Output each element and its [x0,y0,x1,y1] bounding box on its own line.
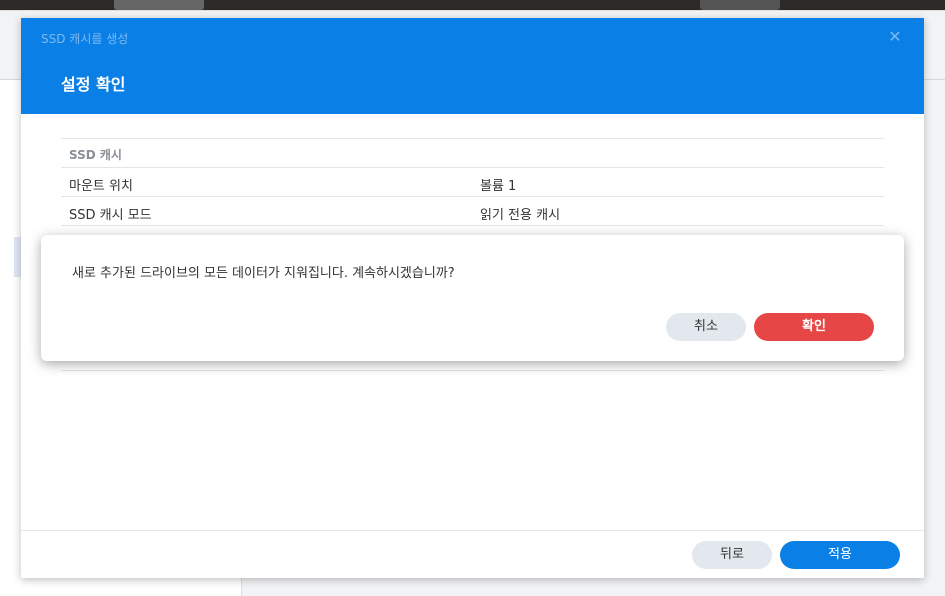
background-tab [700,0,780,10]
step-title: 설정 확인 [61,75,126,94]
summary-value: 읽기 전용 캐시 [480,208,561,223]
dialog-footer: 뒤로 적용 [21,530,924,578]
confirm-message: 새로 추가된 드라이브의 모든 데이터가 지워집니다. 계속하시겠습니까? [72,266,455,281]
summary-row: 마운트 위치 볼륨 1 [61,167,884,196]
apply-button[interactable]: 적용 [780,541,900,569]
summary-row: SSD 캐시 모드 읽기 전용 캐시 [61,196,884,225]
summary-section-header: SSD 캐시 [61,138,884,167]
dialog-header: SSD 캐시를 생성 ✕ 설정 확인 [21,18,924,114]
summary-divider [61,370,884,371]
confirm-button[interactable]: 확인 [754,313,874,341]
background-tab [114,0,204,10]
back-button[interactable]: 뒤로 [692,541,772,569]
cancel-button[interactable]: 취소 [666,313,746,341]
close-icon[interactable]: ✕ [886,28,904,46]
summary-key: 마운트 위치 [69,179,133,194]
summary-key: SSD 캐시 모드 [69,208,152,223]
confirm-dialog: 새로 추가된 드라이브의 모든 데이터가 지워집니다. 계속하시겠습니까? 취소… [41,235,904,361]
dialog-title: SSD 캐시를 생성 [41,32,129,46]
summary-value: 볼륨 1 [480,179,517,194]
section-label: SSD 캐시 [69,148,122,162]
